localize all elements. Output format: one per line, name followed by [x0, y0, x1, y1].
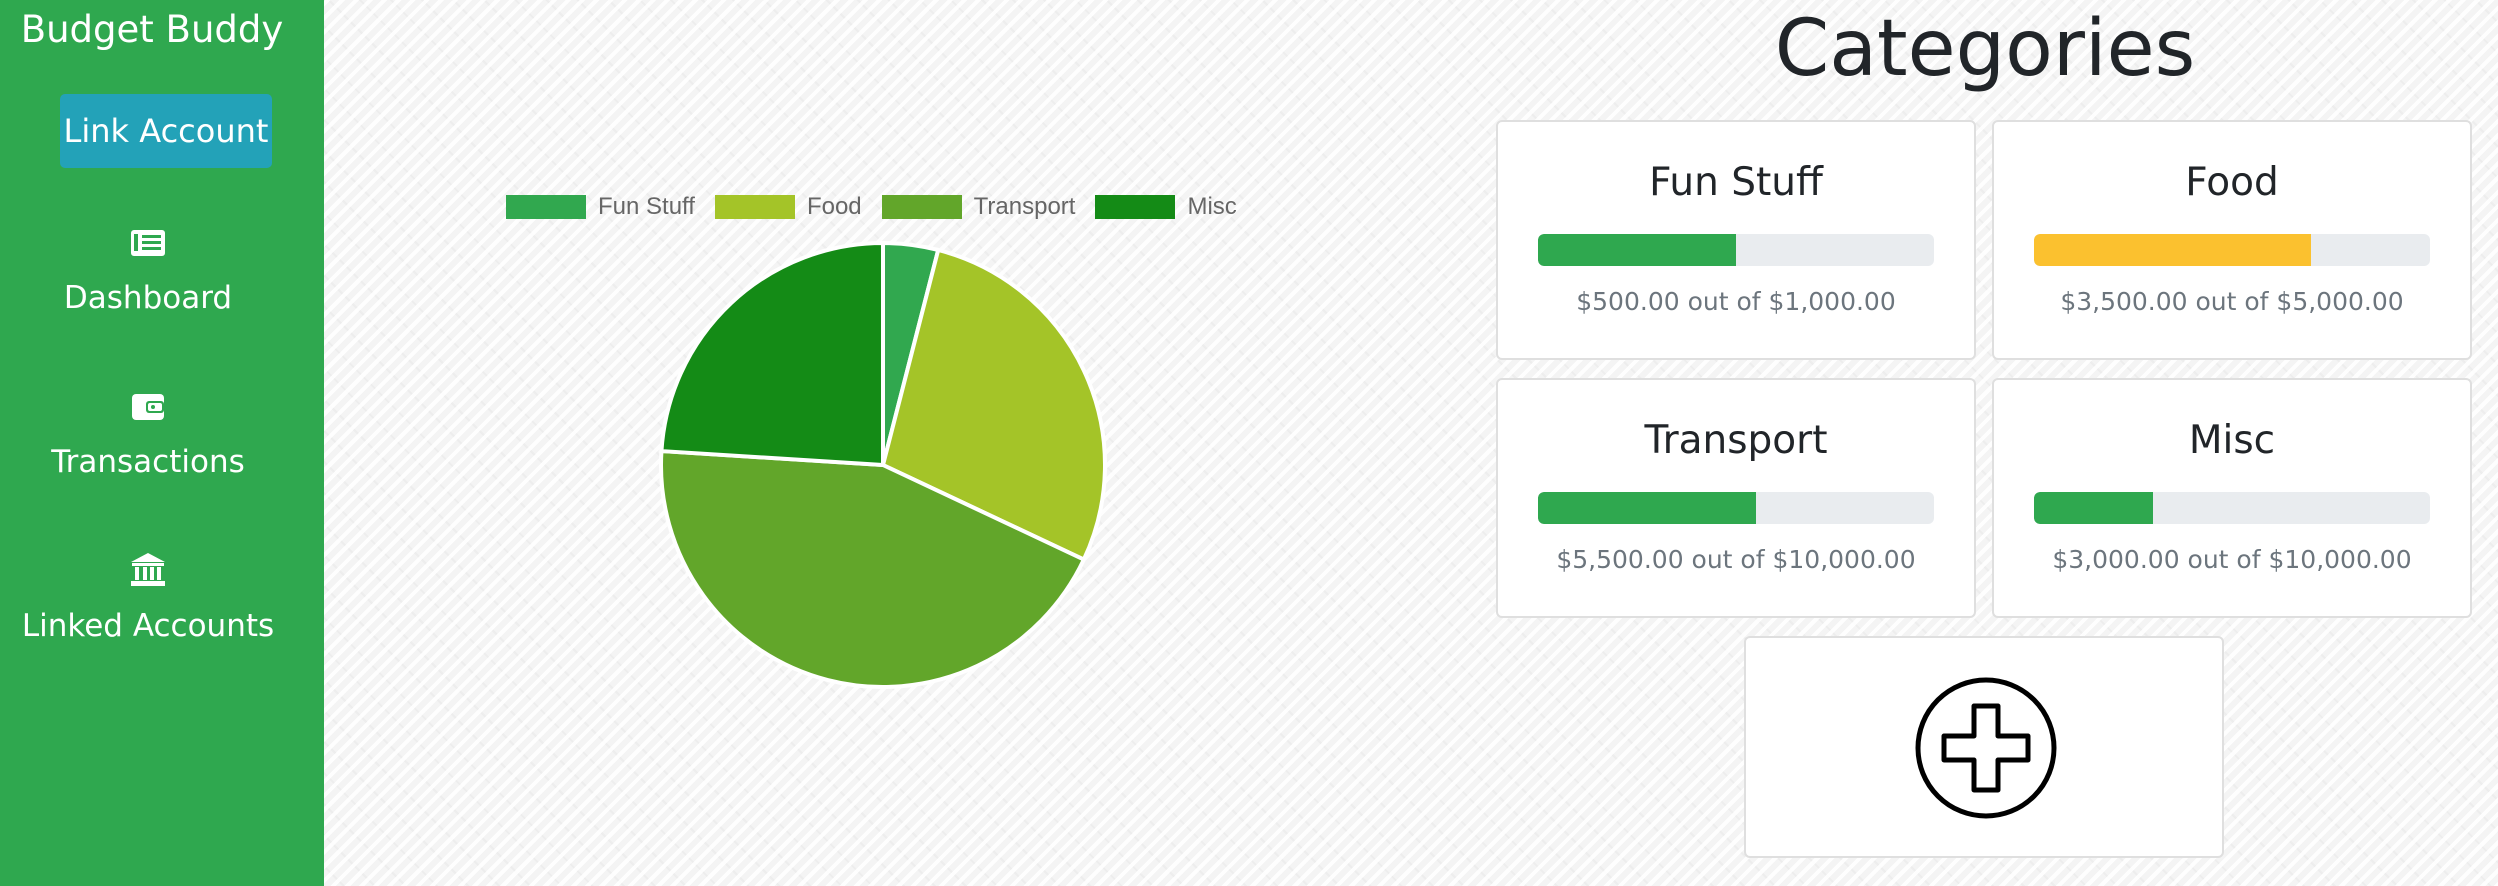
nav-item-dashboard[interactable]: Dashboard — [0, 222, 296, 316]
legend-swatch — [506, 195, 586, 219]
category-card[interactable]: Food $3,500.00 out of $5,000.00 — [1992, 120, 2472, 360]
category-amount: $3,000.00 out of $10,000.00 — [2052, 545, 2412, 574]
legend-item[interactable]: Food — [714, 193, 862, 221]
category-amount: $500.00 out of $1,000.00 — [1576, 287, 1896, 316]
nav-label-transactions: Transactions — [51, 444, 245, 480]
wallet-icon — [132, 394, 164, 420]
category-card[interactable]: Misc $3,000.00 out of $10,000.00 — [1992, 378, 2472, 618]
category-name: Transport — [1644, 418, 1828, 463]
plus-circle-icon — [1915, 677, 2057, 819]
legend-label: Transport — [973, 193, 1076, 220]
nav-label-dashboard: Dashboard — [63, 280, 233, 316]
legend-swatch — [1095, 195, 1176, 219]
nav-item-linked-accounts[interactable]: Linked Accounts — [0, 550, 296, 644]
legend-swatch — [714, 195, 795, 219]
budget-progress-fill — [2034, 492, 2153, 524]
budget-progress-fill — [2034, 234, 2312, 266]
budget-progress-bar — [2034, 234, 2430, 266]
pie-slice-misc[interactable] — [659, 240, 885, 468]
chart-legend: Fun Stuff Food Transport Misc — [506, 193, 1257, 221]
add-category-button[interactable] — [1744, 636, 2224, 858]
category-name: Food — [2185, 160, 2279, 205]
nav-item-transactions[interactable]: Transactions — [0, 386, 296, 480]
category-card[interactable]: Fun Stuff $500.00 out of $1,000.00 — [1496, 120, 1976, 360]
bank-icon — [131, 553, 165, 586]
budget-progress-fill — [1538, 234, 1736, 266]
budget-progress-fill — [1538, 492, 1756, 524]
newspaper-icon — [131, 230, 165, 256]
budget-progress-bar — [1538, 492, 1934, 524]
budget-progress-bar — [2034, 492, 2430, 524]
link-account-button[interactable]: Link Account — [60, 94, 272, 168]
page-title: Categories — [1774, 4, 2196, 94]
category-card[interactable]: Transport $5,500.00 out of $10,000.00 — [1496, 378, 1976, 618]
legend-item[interactable]: Transport — [881, 193, 1076, 221]
category-name: Misc — [2188, 418, 2276, 463]
legend-label: Misc — [1187, 193, 1237, 220]
legend-swatch — [881, 195, 962, 219]
legend-item[interactable]: Misc — [1095, 193, 1237, 221]
brand-title[interactable]: Budget Buddy — [0, 8, 304, 51]
legend-label: Food — [806, 193, 862, 220]
category-amount: $5,500.00 out of $10,000.00 — [1556, 545, 1916, 574]
legend-label: Fun Stuff — [598, 193, 695, 220]
category-amount: $3,500.00 out of $5,000.00 — [2060, 287, 2404, 316]
budget-progress-bar — [1538, 234, 1934, 266]
category-name: Fun Stuff — [1649, 160, 1823, 205]
category-pie-chart — [659, 240, 1107, 689]
sidebar: Budget Buddy Link Account Dashboard Tran… — [0, 0, 324, 886]
legend-item[interactable]: Fun Stuff — [506, 193, 695, 221]
nav-label-linked-accounts: Linked Accounts — [21, 608, 275, 644]
